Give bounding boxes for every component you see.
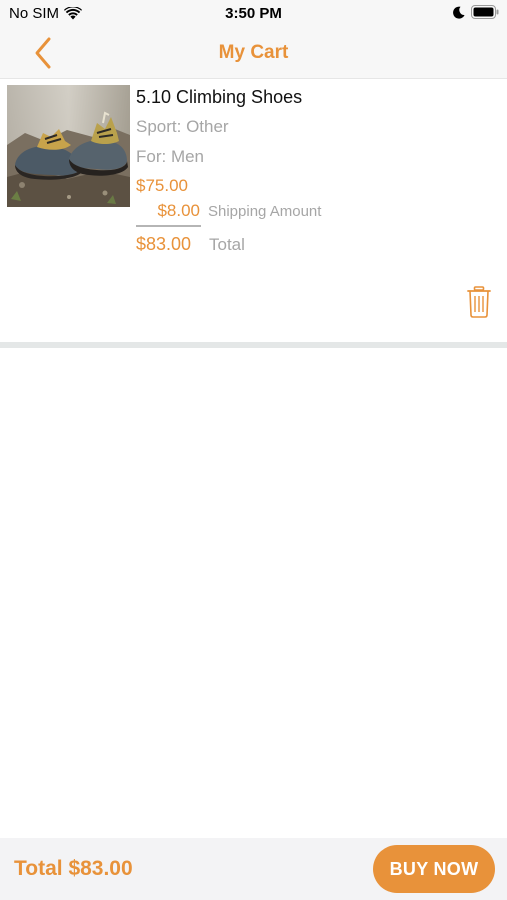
page-title: My Cart	[218, 42, 289, 63]
shipping-amount: $8.00	[157, 201, 200, 220]
product-price: $75.00	[136, 176, 188, 195]
cart-total: Total $83.00	[14, 857, 133, 880]
status-time: 3:50 PM	[225, 5, 282, 22]
status-bar: No SIM 3:50 PM	[0, 0, 507, 28]
status-right	[453, 5, 499, 19]
sum-divider	[136, 225, 201, 227]
shipping-label: Shipping Amount	[208, 203, 322, 220]
moon-icon	[453, 6, 465, 19]
item-total-label: Total	[209, 235, 245, 254]
product-for: For: Men	[136, 147, 205, 166]
item-total-amount: $83.00	[136, 234, 192, 254]
cart-item: 5.10 Climbing Shoes Sport: Other For: Me…	[0, 79, 507, 342]
buy-now-button[interactable]: BUY NOW	[373, 845, 495, 893]
product-sport: Sport: Other	[136, 117, 229, 136]
navigation-bar: My Cart	[0, 28, 507, 79]
product-image	[7, 85, 130, 207]
battery-icon	[471, 5, 499, 19]
checkout-bar: Total $83.00 BUY NOW	[0, 838, 507, 900]
delete-item-button[interactable]	[466, 286, 492, 318]
cart-screen: No SIM 3:50 PM My Cart 5.10 Climbing Sho…	[0, 0, 507, 900]
product-name: 5.10 Climbing Shoes	[136, 87, 303, 107]
trash-icon	[467, 286, 491, 318]
item-separator	[0, 342, 507, 348]
